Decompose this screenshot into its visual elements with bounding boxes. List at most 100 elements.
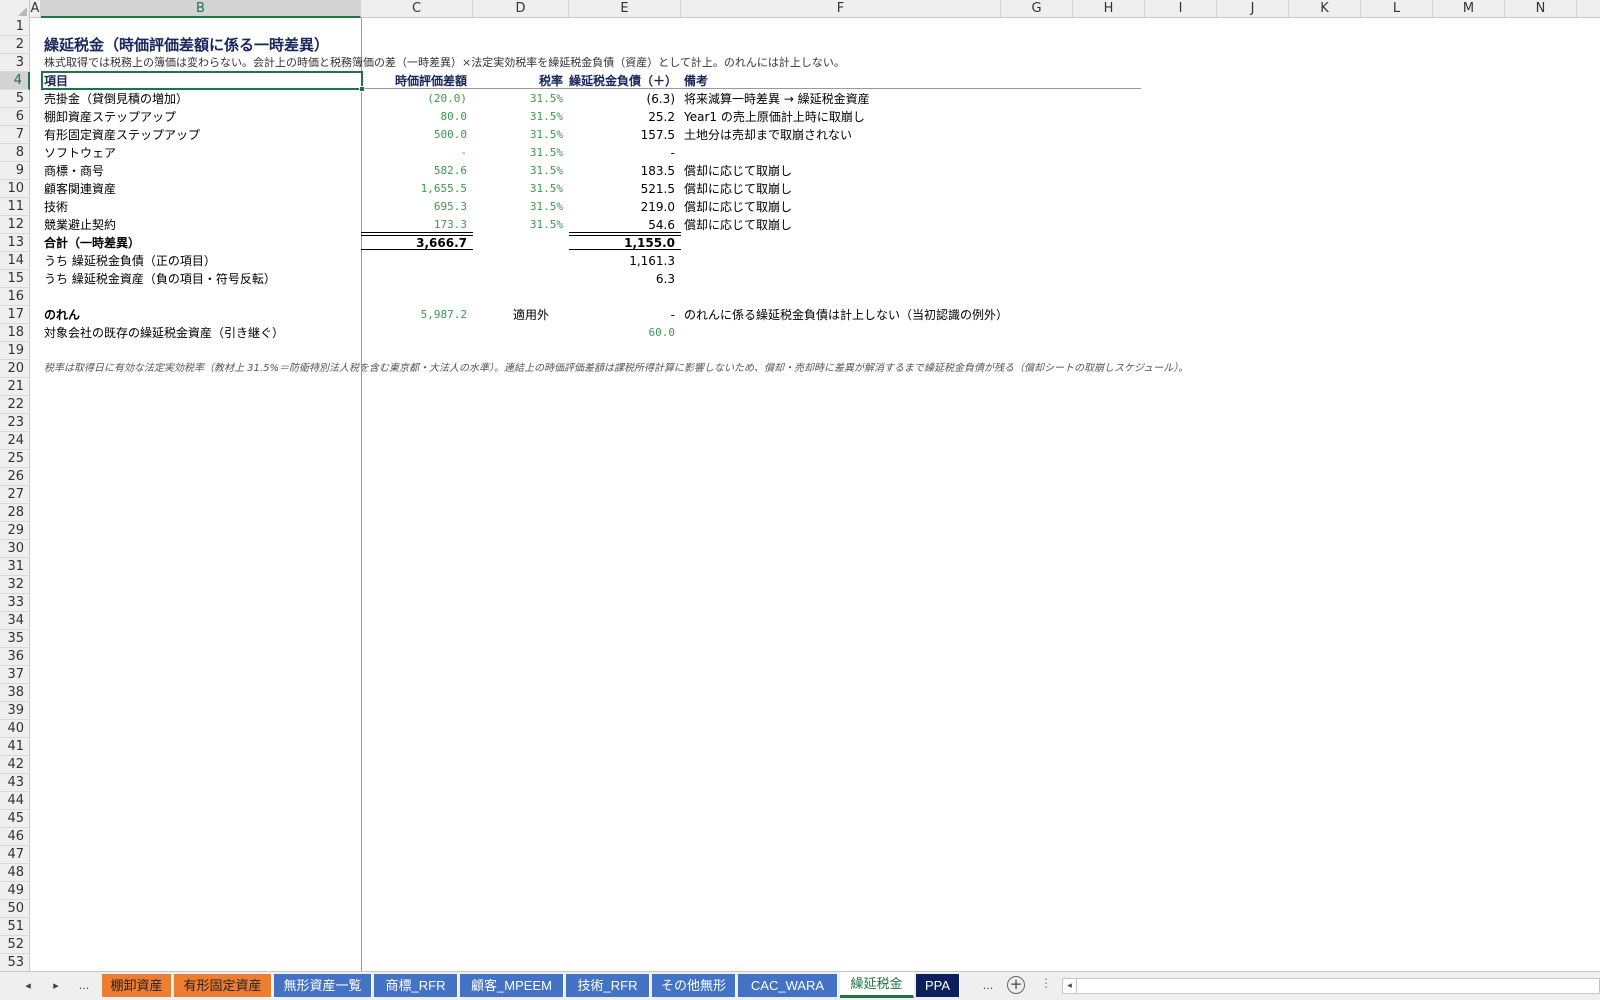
- sheet-tab-9[interactable]: 繰延税金: [840, 972, 914, 998]
- row-header-45[interactable]: 45: [0, 810, 30, 828]
- deferred-tax-value[interactable]: 219.0: [569, 198, 675, 216]
- prev-sheet-button[interactable]: ◂: [20, 976, 36, 996]
- row-header-48[interactable]: 48: [0, 864, 30, 882]
- fv-diff-value[interactable]: (20.0): [361, 90, 467, 108]
- spreadsheet-grid[interactable]: ABCDEFGHIJKLMN 1 2 3 4 5 6 7 8 9 10 11 12 13 14 15 16 17…: [0, 0, 1600, 971]
- row-header-36[interactable]: 36: [0, 648, 30, 666]
- row-header-37[interactable]: 37: [0, 666, 30, 684]
- row-header-40[interactable]: 40: [0, 720, 30, 738]
- remark-text[interactable]: 償却に応じて取崩し: [684, 216, 792, 234]
- footnote[interactable]: 税率は取得日に有効な法定実効税率（教材上 31.5%＝防衛特別法人税を含む東京都…: [44, 360, 1188, 378]
- more-sheets-right-button[interactable]: ...: [978, 976, 998, 996]
- goodwill-label[interactable]: のれん: [44, 306, 80, 324]
- goodwill-rate[interactable]: 適用外: [473, 306, 549, 324]
- row-header-51[interactable]: 51: [0, 918, 30, 936]
- sheet-tab-3[interactable]: 無形資産一覧: [274, 974, 372, 997]
- row-header-35[interactable]: 35: [0, 630, 30, 648]
- splitter-handle-icon[interactable]: ⋮: [1040, 976, 1052, 990]
- sheet-tab-10[interactable]: PPA: [916, 974, 960, 997]
- item-label[interactable]: 棚卸資産ステップアップ: [44, 108, 176, 126]
- row-header-49[interactable]: 49: [0, 882, 30, 900]
- dtl-label[interactable]: うち 繰延税金負債（正の項目）: [44, 252, 216, 270]
- scroll-left-icon[interactable]: ◂: [1063, 979, 1077, 993]
- sheet-title[interactable]: 繰延税金（時価評価差額に係る一時差異）: [44, 36, 329, 54]
- row-header-19[interactable]: 19: [0, 342, 30, 360]
- item-label[interactable]: 商標・商号: [44, 162, 104, 180]
- tax-rate-value[interactable]: 31.5%: [473, 126, 563, 144]
- fill-handle[interactable]: [359, 86, 365, 92]
- dta-value[interactable]: 6.3: [569, 270, 675, 288]
- row-header-6[interactable]: 6: [0, 108, 30, 126]
- item-label[interactable]: 技術: [44, 198, 68, 216]
- row-header-18[interactable]: 18: [0, 324, 30, 342]
- select-all-corner[interactable]: [0, 0, 30, 18]
- column-header-F[interactable]: F: [681, 0, 1001, 18]
- row-header-26[interactable]: 26: [0, 468, 30, 486]
- row-header-28[interactable]: 28: [0, 504, 30, 522]
- sheet-tab-8[interactable]: CAC_WARA: [738, 974, 838, 997]
- total-label[interactable]: 合計（一時差異）: [44, 234, 140, 252]
- row-header-9[interactable]: 9: [0, 162, 30, 180]
- fv-diff-value[interactable]: 500.0: [361, 126, 467, 144]
- fv-diff-value[interactable]: 695.3: [361, 198, 467, 216]
- goodwill-fv[interactable]: 5,987.2: [361, 306, 467, 324]
- row-header-25[interactable]: 25: [0, 450, 30, 468]
- tax-rate-value[interactable]: 31.5%: [473, 144, 563, 162]
- row-header-47[interactable]: 47: [0, 846, 30, 864]
- row-header-7[interactable]: 7: [0, 126, 30, 144]
- sheet-tab-7[interactable]: その他無形: [652, 974, 736, 997]
- row-header-30[interactable]: 30: [0, 540, 30, 558]
- row-header-8[interactable]: 8: [0, 144, 30, 162]
- row-header-13[interactable]: 13: [0, 234, 30, 252]
- row-header-1[interactable]: 1: [0, 18, 30, 36]
- column-header-A[interactable]: A: [30, 0, 41, 18]
- column-header-I[interactable]: I: [1145, 0, 1217, 18]
- dta-label[interactable]: うち 繰延税金資産（負の項目・符号反転）: [44, 270, 276, 288]
- row-header-27[interactable]: 27: [0, 486, 30, 504]
- column-header-K[interactable]: K: [1289, 0, 1361, 18]
- fv-diff-value[interactable]: 1,655.5: [361, 180, 467, 198]
- remark-text[interactable]: 償却に応じて取崩し: [684, 198, 792, 216]
- dtl-value[interactable]: 1,161.3: [569, 252, 675, 270]
- next-sheet-button[interactable]: ▸: [48, 976, 64, 996]
- row-header-50[interactable]: 50: [0, 900, 30, 918]
- row-header-43[interactable]: 43: [0, 774, 30, 792]
- more-sheets-left-button[interactable]: ...: [74, 976, 94, 996]
- remark-text[interactable]: 償却に応じて取崩し: [684, 180, 792, 198]
- remark-text[interactable]: 土地分は売却まで取崩されない: [684, 126, 852, 144]
- remark-text[interactable]: Year1 の売上原価計上時に取崩し: [684, 108, 865, 126]
- row-header-20[interactable]: 20: [0, 360, 30, 378]
- row-header-41[interactable]: 41: [0, 738, 30, 756]
- tax-rate-value[interactable]: 31.5%: [473, 198, 563, 216]
- row-header-32[interactable]: 32: [0, 576, 30, 594]
- row-header-3[interactable]: 3: [0, 54, 30, 72]
- row-header-39[interactable]: 39: [0, 702, 30, 720]
- row-header-2[interactable]: 2: [0, 36, 30, 54]
- item-label[interactable]: 有形固定資産ステップアップ: [44, 126, 200, 144]
- column-header-H[interactable]: H: [1073, 0, 1145, 18]
- tax-rate-value[interactable]: 31.5%: [473, 216, 563, 234]
- row-header-34[interactable]: 34: [0, 612, 30, 630]
- row-header-11[interactable]: 11: [0, 198, 30, 216]
- deferred-tax-value[interactable]: 25.2: [569, 108, 675, 126]
- row-header-46[interactable]: 46: [0, 828, 30, 846]
- column-header-G[interactable]: G: [1001, 0, 1073, 18]
- column-header-J[interactable]: J: [1217, 0, 1289, 18]
- tax-rate-value[interactable]: 31.5%: [473, 162, 563, 180]
- row-header-24[interactable]: 24: [0, 432, 30, 450]
- item-label[interactable]: ソフトウェア: [44, 144, 116, 162]
- remark-text[interactable]: 償却に応じて取崩し: [684, 162, 792, 180]
- row-header-5[interactable]: 5: [0, 90, 30, 108]
- tax-rate-value[interactable]: 31.5%: [473, 90, 563, 108]
- horizontal-scrollbar[interactable]: ◂: [1062, 978, 1600, 994]
- row-header-16[interactable]: 16: [0, 288, 30, 306]
- tax-rate-value[interactable]: 31.5%: [473, 108, 563, 126]
- goodwill-tax[interactable]: -: [569, 306, 675, 324]
- row-header-14[interactable]: 14: [0, 252, 30, 270]
- row-header-15[interactable]: 15: [0, 270, 30, 288]
- fv-diff-value[interactable]: -: [361, 144, 467, 162]
- row-header-38[interactable]: 38: [0, 684, 30, 702]
- tax-rate-value[interactable]: 31.5%: [473, 180, 563, 198]
- column-header-M[interactable]: M: [1433, 0, 1505, 18]
- row-header-4[interactable]: 4: [0, 72, 30, 90]
